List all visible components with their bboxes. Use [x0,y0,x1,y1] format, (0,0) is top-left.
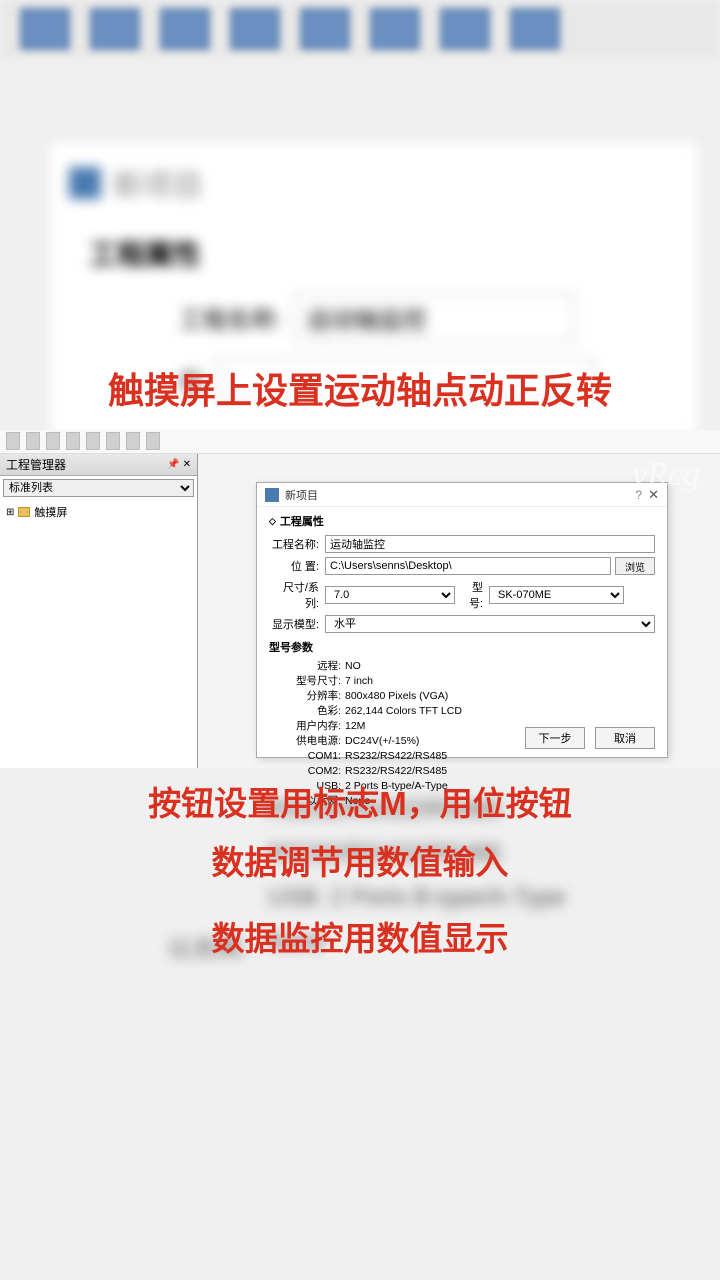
dialog-icon [265,488,279,502]
background-toolbar [0,0,720,58]
app-window: 工程管理器 📌 ✕ 标准列表 ⊞ 触摸屏 新项目 [0,430,720,768]
folder-icon [18,507,30,517]
bg-name-value: 运动轴监控 [294,293,574,342]
toolbar-icon[interactable] [6,432,20,450]
spec-header: 型号参数 [269,639,655,655]
spec-label: 远程: [269,659,345,674]
toolbar-icon [160,8,210,50]
toolbar-icon [510,8,560,50]
app-icon [69,167,101,199]
editor-area: 新项目 ? ✕ ◇ 工程属性 工程名称: 位 置: [198,454,720,768]
bg-name-label: 工程名称: [179,300,282,335]
name-label: 工程名称: [269,536,325,552]
spec-label: COM1: [269,749,345,764]
spec-label: 用户内存: [269,719,345,734]
tree-list-dropdown[interactable]: 标准列表 [3,479,194,497]
spec-value: 7 inch [345,674,655,689]
toolbar-icon[interactable] [66,432,80,450]
collapse-icon[interactable]: ◇ [269,516,276,527]
toolbar-icon[interactable] [106,432,120,450]
dialog-titlebar: 新项目 ? ✕ [257,483,667,507]
toolbar-icon [300,8,350,50]
tree-item-touchscreen[interactable]: ⊞ 触摸屏 [6,504,191,520]
dialog-title: 新项目 [285,487,629,503]
bg-dialog-title: 新项目 [113,161,203,205]
toolbar-icon [440,8,490,50]
spec-value: 262,144 Colors TFT LCD [345,704,655,719]
toolbar-icon [370,8,420,50]
watermark: vRcg [632,456,700,494]
new-project-dialog: 新项目 ? ✕ ◇ 工程属性 工程名称: 位 置: [256,482,668,758]
bg-section-title: 工程属性 [89,233,679,273]
size-label: 尺寸/系列: [269,579,325,611]
blur-spec-row: USB: 2 Ports B-type/A-Type [268,884,700,912]
app-toolbar [0,430,720,454]
toolbar-icon [90,8,140,50]
location-label: 位 置: [269,558,325,574]
toolbar-icon[interactable] [26,432,40,450]
spec-label: 型号尺寸: [269,674,345,689]
display-label: 显示模型: [269,616,325,632]
model-label: 型 号: [455,579,489,611]
panel-title: 工程管理器 [6,456,66,473]
caption-line-3: 数据调节用数值输入 [0,836,720,884]
toolbar-icon[interactable] [126,432,140,450]
caption-line-1: 触摸屏上设置运动轴点动正反转 [0,362,720,414]
location-input[interactable] [325,557,611,575]
section-title: 工程属性 [280,513,324,529]
expand-icon[interactable]: ⊞ [6,507,14,518]
spec-label: 供电电源: [269,734,345,749]
project-name-input[interactable] [325,535,655,553]
pin-icon[interactable]: 📌 ✕ [167,459,191,470]
next-button[interactable]: 下一步 [525,727,585,749]
caption-line-4: 数据监控用数值显示 [0,912,720,960]
model-select[interactable]: SK-070ME [489,586,624,604]
spec-value: RS232/RS422/RS485 [345,749,655,764]
spec-value: NO [345,659,655,674]
project-manager-panel: 工程管理器 📌 ✕ 标准列表 ⊞ 触摸屏 [0,454,198,768]
toolbar-icon [20,8,70,50]
caption-line-2: 按钮设置用标志M，用位按钮 [0,777,720,825]
toolbar-icon[interactable] [146,432,160,450]
spec-label: 色彩: [269,704,345,719]
display-mode-select[interactable]: 水平 [325,615,655,633]
spec-label: 分辨率: [269,689,345,704]
spec-value: 800x480 Pixels (VGA) [345,689,655,704]
browse-button[interactable]: 浏览 [615,557,655,575]
toolbar-icon [230,8,280,50]
tree-item-label: 触摸屏 [34,504,67,520]
toolbar-icon[interactable] [46,432,60,450]
toolbar-icon[interactable] [86,432,100,450]
size-select[interactable]: 7.0 [325,586,455,604]
cancel-button[interactable]: 取消 [595,727,655,749]
